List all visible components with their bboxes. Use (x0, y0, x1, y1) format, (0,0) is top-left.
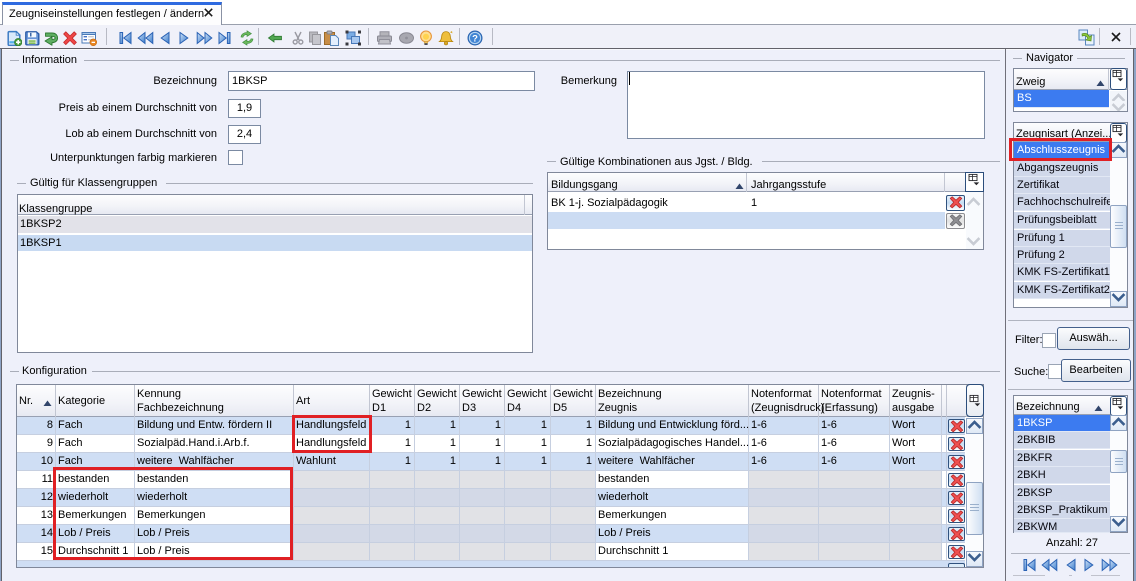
svg-text:?: ? (472, 33, 478, 44)
